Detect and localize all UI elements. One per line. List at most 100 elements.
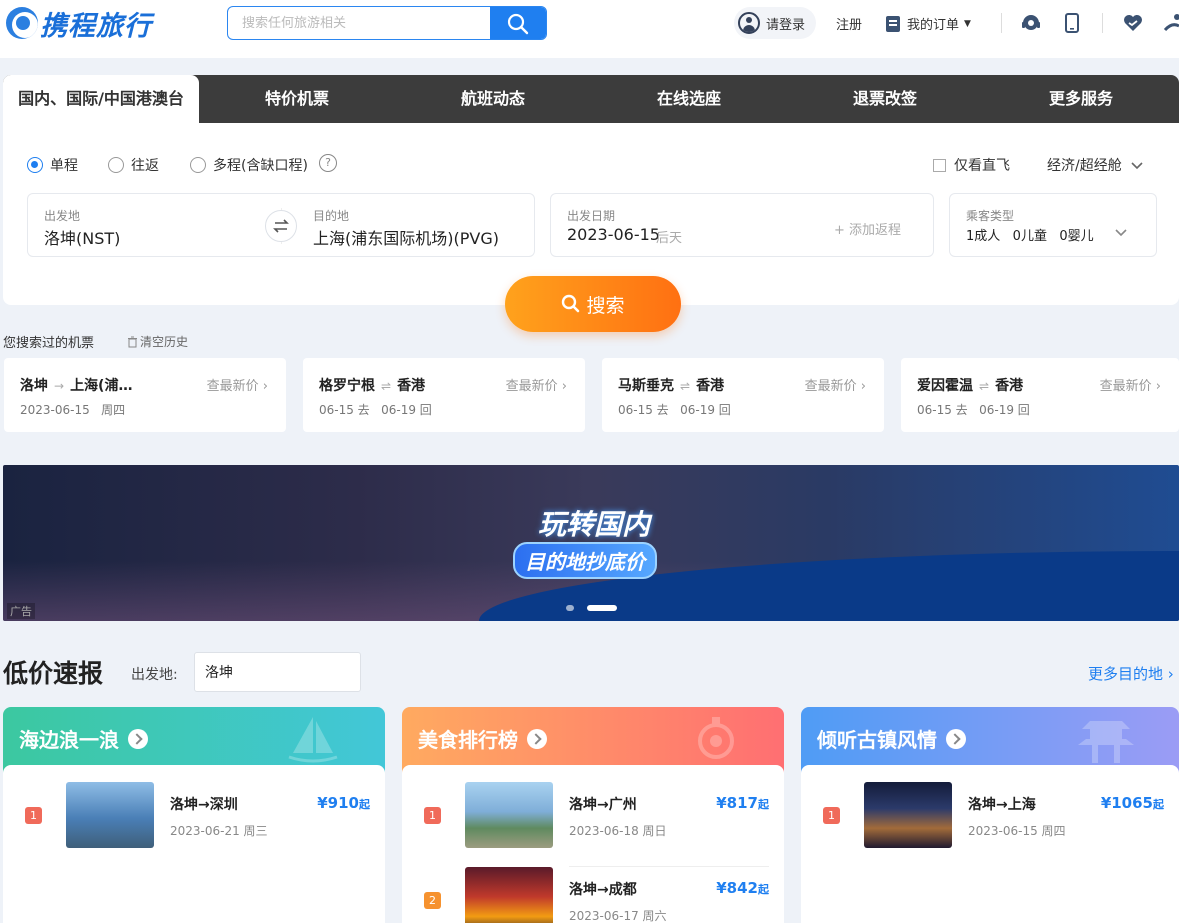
deal-price: ¥910起 — [317, 794, 370, 812]
history-card[interactable]: 格罗宁根 ⇌ 香港 06-15 去 06-19 回 查最新价 › — [303, 358, 585, 432]
passenger-label: 乘客类型 — [966, 209, 1015, 223]
global-search — [227, 6, 547, 40]
history-card[interactable]: 洛坤 → 上海(浦… 2023-06-15 周四 查最新价 › — [4, 358, 286, 432]
question-mark-icon[interactable]: ? — [319, 154, 337, 172]
trip-type-one-way[interactable]: 单程 — [27, 155, 78, 175]
passenger-type-select[interactable]: 乘客类型 1成人 0儿童 0婴儿 — [949, 193, 1157, 257]
dolphin-logo-icon — [6, 7, 38, 39]
shanghai-city-image — [864, 782, 952, 848]
check-price-link[interactable]: 查最新价 — [207, 379, 259, 394]
deal-date: 2023-06-21 周三 — [170, 824, 268, 838]
history-from: 洛坤 — [20, 378, 48, 394]
swap-cities-button[interactable] — [265, 210, 297, 242]
chevron-down-icon — [1115, 229, 1127, 237]
flight-search-label: 搜索 — [586, 295, 625, 317]
arrival-value: 上海(浦东国际机场)(PVG) — [313, 229, 499, 248]
deal-price-suffix: 起 — [1153, 798, 1164, 811]
deal-item[interactable]: 1 洛坤→上海 2023-06-15 周四 ¥1065起 — [801, 782, 1179, 867]
direct-only-checkbox[interactable]: 仅看直飞 — [933, 155, 1010, 175]
departure-city-label: 出发地: — [131, 667, 178, 683]
login-label: 请登录 — [766, 17, 806, 33]
history-from: 爱因霍温 — [917, 378, 973, 394]
deal-item[interactable]: 2 洛坤→成都 2023-06-17 周六 ¥842起 — [402, 867, 784, 923]
tab-more-services[interactable]: 更多服务 — [983, 75, 1179, 123]
check-price-link[interactable]: 查最新价 — [506, 379, 558, 394]
clear-history-button[interactable]: 清空历史 — [127, 333, 188, 350]
cabin-class-select[interactable]: 经济/超经舱 — [1047, 155, 1144, 175]
trip-type-label: 单程 — [50, 158, 78, 174]
history-card[interactable]: 爱因霍温 ⇌ 香港 06-15 去 06-19 回 查最新价 › — [901, 358, 1179, 432]
swap-arrows-icon — [273, 219, 289, 233]
deal-card-title: 倾听古镇风情 — [817, 728, 937, 752]
chef-pot-icon — [698, 717, 734, 759]
register-link[interactable]: 注册 — [836, 14, 862, 33]
deal-card-ancient-town: 倾听古镇风情 1 洛坤→上海 2023-06-15 周四 ¥1065起 — [801, 707, 1179, 923]
tab-domestic-international[interactable]: 国内、国际/中国港澳台 — [3, 75, 199, 125]
deal-card-title-link[interactable]: 美食排行榜 — [418, 724, 547, 753]
search-icon — [507, 13, 529, 35]
check-price-link[interactable]: 查最新价 — [1100, 379, 1152, 394]
round-trip-arrow-icon: ⇌ — [979, 379, 990, 393]
deal-date: 2023-06-18 周日 — [569, 824, 667, 838]
global-search-button[interactable] — [490, 7, 546, 39]
rank-badge: 1 — [424, 807, 441, 824]
tab-special-fares[interactable]: 特价机票 — [199, 75, 395, 123]
rank-badge: 1 — [25, 807, 42, 824]
login-button[interactable]: 请登录 — [734, 7, 816, 39]
departure-city-field[interactable]: 出发地 洛坤(NST) — [28, 194, 281, 256]
more-destinations-link[interactable]: 更多目的地 › — [1088, 663, 1174, 684]
add-return-link[interactable]: + 添加返程 — [834, 219, 901, 238]
deal-card-title-link[interactable]: 倾听古镇风情 — [817, 724, 966, 753]
tab-refund-change[interactable]: 退票改签 — [787, 75, 983, 123]
promo-banner[interactable]: 玩转国内 目的地抄底价 广告 — [3, 465, 1179, 621]
arrow-right-icon — [946, 728, 966, 749]
chevron-right-icon: › — [1155, 379, 1161, 394]
cabin-class-label: 经济/超经舱 — [1047, 158, 1122, 174]
carousel-dot[interactable] — [566, 605, 574, 611]
my-orders-menu[interactable]: 我的订单 ▼ — [886, 14, 971, 33]
header-divider — [1001, 13, 1002, 33]
history-to: 香港 — [696, 378, 725, 394]
pagoda-icon — [1078, 721, 1134, 763]
deal-price-suffix: 起 — [359, 798, 370, 811]
clear-history-label: 清空历史 — [140, 335, 189, 349]
check-price-link[interactable]: 查最新价 — [805, 379, 857, 394]
accessibility-icon[interactable] — [1162, 12, 1179, 34]
history-dates: 06-15 去 06-19 回 — [917, 403, 1030, 417]
search-history-title: 您搜索过的机票 — [3, 336, 95, 351]
rank-badge: 2 — [424, 892, 441, 909]
deal-card-title-link[interactable]: 海边浪一浪 — [19, 724, 148, 753]
deal-item[interactable]: 1 洛坤→深圳 2023-06-21 周三 ¥910起 — [3, 782, 385, 867]
carousel-dot-active[interactable] — [587, 605, 617, 611]
checkbox-icon — [933, 158, 946, 172]
departure-value: 洛坤(NST) — [44, 229, 121, 248]
tab-flight-status[interactable]: 航班动态 — [395, 75, 591, 123]
trash-icon — [128, 336, 137, 347]
top-header: 携程旅行 请登录 注册 我的订单 ▼ — [0, 0, 1179, 58]
arrow-right-icon — [128, 728, 148, 749]
date-field[interactable]: 出发日期 2023-06-15 后天 + 添加返程 — [550, 193, 934, 257]
deal-card-seaside: 海边浪一浪 1 洛坤→深圳 2023-06-21 周三 ¥910起 — [3, 707, 385, 923]
global-search-input[interactable] — [228, 7, 492, 39]
chevron-right-icon: › — [860, 379, 866, 394]
trip-type-round-trip[interactable]: 往返 — [108, 155, 159, 175]
deal-price: ¥817起 — [716, 794, 769, 812]
ctrip-logo[interactable]: 携程旅行 — [6, 6, 152, 42]
mobile-app-icon[interactable] — [1061, 12, 1083, 34]
arrival-city-field[interactable]: 目的地 上海(浦东国际机场)(PVG) — [297, 194, 533, 256]
deal-card-body: 1 洛坤→上海 2023-06-15 周四 ¥1065起 — [801, 765, 1179, 923]
departure-city-input[interactable] — [194, 652, 361, 692]
chevron-right-icon: › — [262, 379, 268, 394]
charity-heart-icon[interactable] — [1122, 12, 1144, 34]
customer-service-icon[interactable] — [1020, 12, 1042, 34]
tab-seat-selection[interactable]: 在线选座 — [591, 75, 787, 123]
caret-down-icon: ▼ — [964, 18, 971, 29]
flight-search-button[interactable]: 搜索 — [505, 276, 681, 332]
deal-item[interactable]: 1 洛坤→广州 2023-06-18 周日 ¥817起 — [402, 782, 784, 867]
date-note: 后天 — [656, 231, 683, 246]
deal-route: 洛坤→成都 — [569, 882, 637, 898]
history-card[interactable]: 马斯垂克 ⇌ 香港 06-15 去 06-19 回 查最新价 › — [602, 358, 884, 432]
trip-type-multi-city[interactable]: 多程(含缺口程) — [190, 155, 308, 175]
chevron-right-icon: › — [561, 379, 567, 394]
radio-selected-icon — [27, 157, 43, 173]
